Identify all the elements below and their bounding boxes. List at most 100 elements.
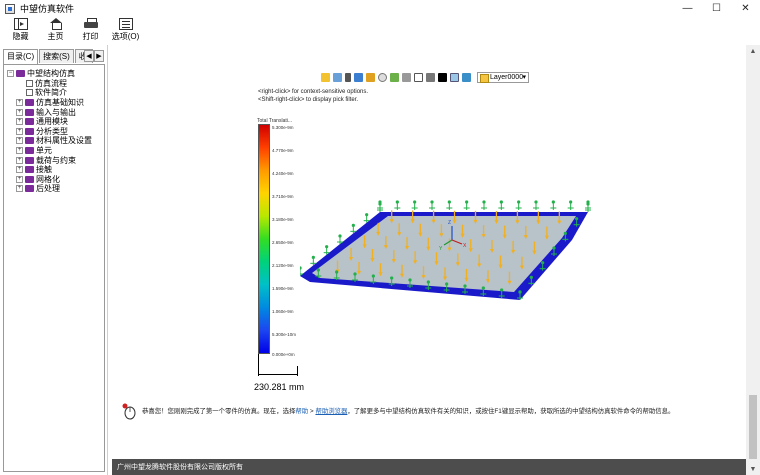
tab-contents[interactable]: 目录(C) (3, 49, 39, 64)
nav-tabs: 目录(C) 搜索(S) 收 (3, 49, 94, 64)
footer-bar: 广州中望龙腾软件股份有限公司版权所有 (112, 459, 746, 475)
constraint-marker (446, 200, 453, 210)
page-icon (26, 79, 33, 87)
expand-icon[interactable]: + (16, 175, 23, 183)
zoom-icon (390, 72, 399, 82)
congratulation-message: 恭喜您！您刚刚完成了第一个零件的仿真。现在，选择帮助 > 帮助浏览器，了解更多与… (121, 402, 741, 420)
shade-icon (366, 72, 375, 82)
app-icon (5, 3, 15, 14)
layer-icon (450, 72, 459, 82)
collapse-icon[interactable]: − (7, 70, 14, 78)
vertical-scrollbar[interactable]: ▲ ▼ (746, 45, 760, 475)
book-icon (25, 185, 34, 193)
expand-icon[interactable]: + (16, 156, 23, 164)
hint-right-click: <right-click> for context-sensitive opti… (258, 89, 369, 95)
legend-tick: 2.650e-9m (272, 240, 294, 245)
constraint-marker (463, 200, 470, 210)
expand-icon[interactable]: + (16, 108, 23, 116)
navigation-pane: 目录(C) 搜索(S) 收 ◀ ▶ − 中望结构仿真 仿真流程 软件简介 + 仿… (0, 45, 108, 475)
book-icon (25, 175, 34, 183)
scroll-down-arrow-icon[interactable]: ▼ (746, 463, 760, 475)
maximize-button[interactable]: ☐ (702, 0, 731, 17)
legend-tick: 1.060e-9m (272, 309, 294, 314)
window-controls: — ☐ ✕ (673, 0, 760, 17)
expand-icon[interactable]: + (16, 99, 23, 107)
message-text: 恭喜您！您刚刚完成了第一个零件的仿真。现在，选择帮助 > 帮助浏览器，了解更多与… (142, 406, 674, 415)
constraint-marker (481, 200, 487, 210)
result-colorbar (258, 124, 270, 354)
expand-icon[interactable]: + (16, 137, 23, 145)
fea-model-view[interactable]: Z X Y (300, 182, 600, 308)
constraint-marker (429, 200, 435, 210)
scale-label: 230.281 mm (254, 382, 305, 392)
tree-item-material[interactable]: + 材料属性及设置 (7, 136, 104, 146)
display-icon (414, 72, 423, 82)
help-link[interactable]: 帮助 (295, 408, 308, 415)
color-icon (438, 72, 447, 82)
hide-button[interactable]: 隐藏 (3, 17, 38, 42)
orbit-icon (378, 72, 387, 82)
legend-tick: 5.300e-10m (272, 332, 297, 337)
expand-icon[interactable]: + (16, 166, 23, 174)
expand-icon[interactable]: + (16, 127, 23, 135)
home-label: 主页 (47, 32, 64, 41)
section-icon (402, 72, 411, 82)
select-icon (321, 72, 330, 82)
tab-search[interactable]: 搜索(S) (39, 49, 74, 63)
options-icon (118, 18, 133, 30)
scroll-thumb[interactable] (749, 395, 757, 459)
page-icon (26, 89, 33, 97)
constraint-marker (550, 200, 557, 210)
legend-tick: 3.710e-9m (272, 194, 294, 199)
tab-prev-arrow-icon[interactable]: ◀ (84, 50, 94, 62)
legend-tick: 5.300e-9m (272, 125, 294, 130)
constraint-marker (567, 200, 574, 210)
tree-item-label: 后处理 (36, 184, 60, 194)
constraint-marker (394, 200, 401, 210)
minimize-button[interactable]: — (673, 0, 702, 17)
constraint-marker (377, 202, 383, 212)
book-icon (25, 137, 34, 145)
legend-tick: 2.120e-9m (272, 263, 294, 268)
book-icon (25, 127, 34, 135)
constraint-marker (411, 200, 418, 210)
home-button[interactable]: 主页 (38, 17, 73, 42)
book-icon (25, 156, 34, 164)
mouse-icon (122, 403, 136, 420)
hide-pane-icon (13, 18, 28, 30)
help-browser-link[interactable]: 帮助浏览器 (315, 408, 347, 415)
hide-label: 隐藏 (12, 32, 29, 41)
close-button[interactable]: ✕ (731, 0, 760, 17)
layer-dropdown[interactable]: Layer0000 (477, 71, 529, 83)
expand-icon[interactable]: + (16, 147, 23, 155)
expand-icon[interactable]: + (16, 118, 23, 126)
constraint-marker (498, 200, 505, 210)
legend-tick: 4.770e-9m (272, 148, 294, 153)
hint-shift-right-click: <Shift-right-click> to display pick filt… (258, 97, 359, 103)
scale-bar-left (258, 354, 259, 376)
print-button[interactable]: 打印 (73, 17, 108, 42)
scroll-up-arrow-icon[interactable]: ▲ (746, 45, 760, 57)
book-icon (25, 108, 34, 116)
options-label: 选项(O) (111, 32, 140, 41)
view-cube-icon (354, 72, 363, 82)
legend-tick: 0.000e+0m (272, 352, 295, 357)
legend-tick: 4.240e-9m (272, 171, 294, 176)
scale-bar (258, 374, 298, 375)
constraint-marker (515, 200, 522, 210)
tab-next-arrow-icon[interactable]: ▶ (94, 50, 104, 62)
tree-item-loads[interactable]: + 载荷与约束 (7, 155, 104, 165)
cad-view-toolbar: Layer0000 (321, 71, 529, 83)
tree-item-post[interactable]: + 后处理 (7, 184, 104, 194)
window-title: 中望仿真软件 (20, 4, 75, 14)
layer-manager-icon (462, 72, 471, 82)
book-icon (25, 147, 34, 155)
options-button[interactable]: 选项(O) (108, 17, 143, 42)
message-suffix: ，了解更多与中望结构仿真软件有关的知识，或按住F1键显示帮助，获取所选的中望结构… (347, 408, 675, 415)
help-toolbar: 隐藏 主页 打印 选项(O) (0, 17, 760, 42)
pick-icon (345, 72, 351, 82)
book-icon (25, 166, 34, 174)
filter-icon (333, 72, 342, 82)
expand-icon[interactable]: + (16, 185, 23, 193)
constraint-marker (585, 202, 591, 212)
